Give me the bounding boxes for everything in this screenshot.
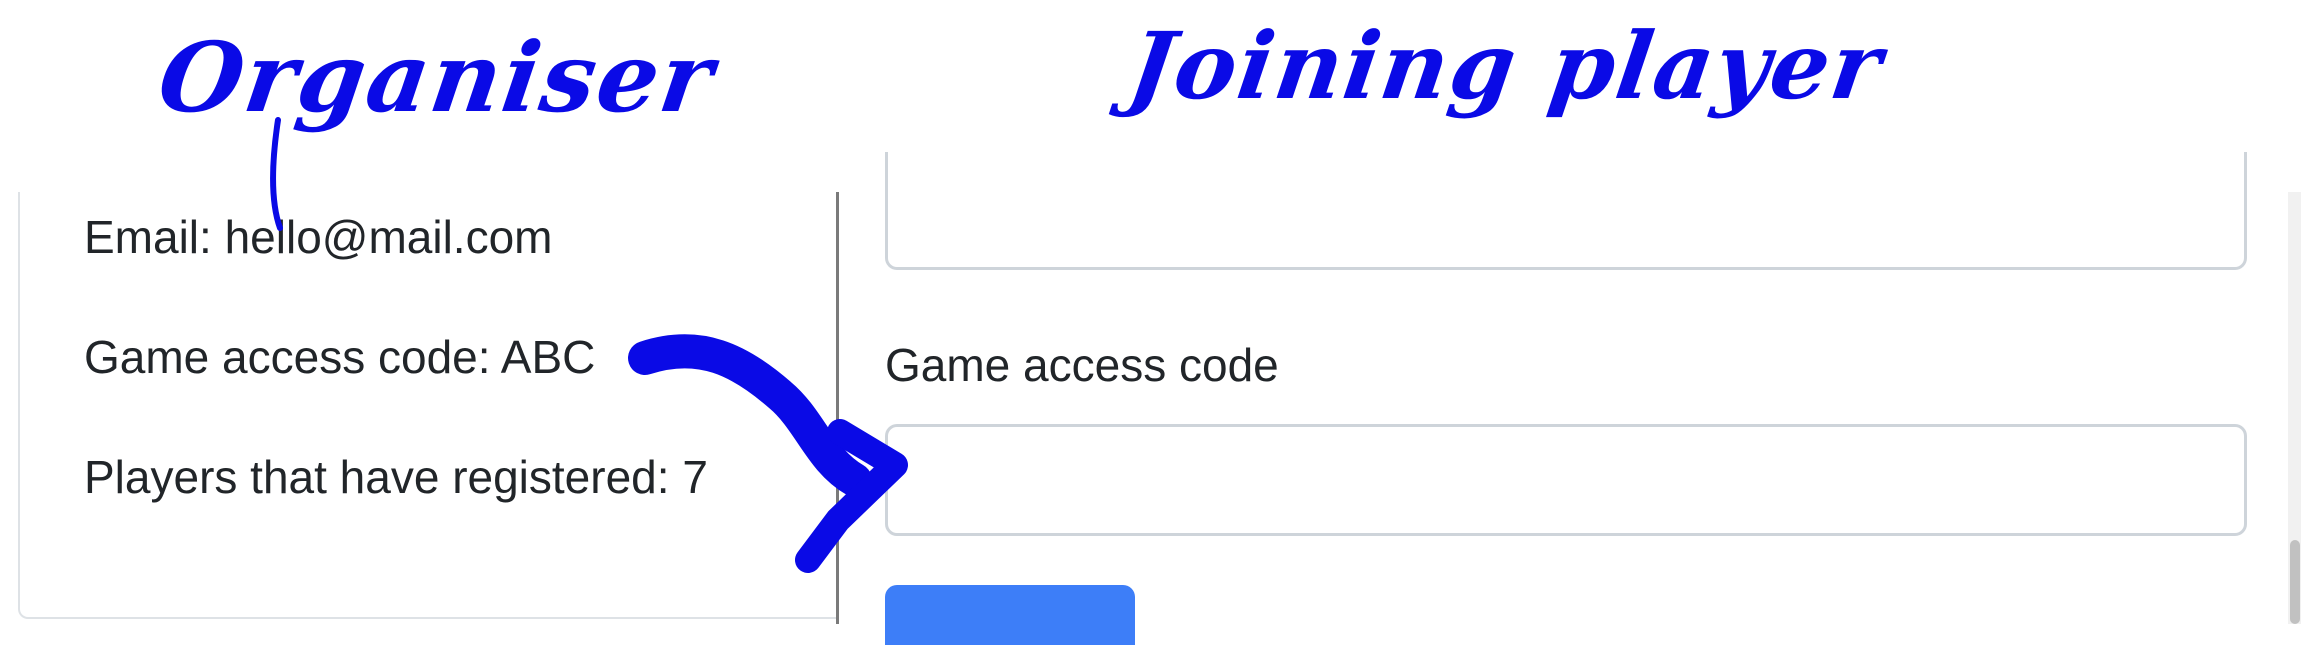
organiser-card: Email: hello@mail.com Game access code: …: [18, 192, 858, 619]
organiser-email: Email: hello@mail.com: [84, 211, 553, 263]
organiser-player-count: Players that have registered: 7: [84, 451, 708, 503]
organiser-panel: Email: hello@mail.com Game access code: …: [0, 192, 858, 624]
submit-button[interactable]: [885, 585, 1135, 645]
organiser-annotation: Organiser: [152, 21, 722, 134]
joining-player-annotation: Joining player: [1122, 12, 1890, 120]
scrollbar-thumb[interactable]: [2290, 540, 2300, 624]
game-code-input[interactable]: [885, 424, 2247, 536]
game-code-label: Game access code: [885, 339, 1279, 391]
previous-input-field[interactable]: [885, 152, 2247, 270]
organiser-game-code: Game access code: ABC: [84, 331, 596, 383]
join-panel: Game access code: [839, 152, 2301, 645]
